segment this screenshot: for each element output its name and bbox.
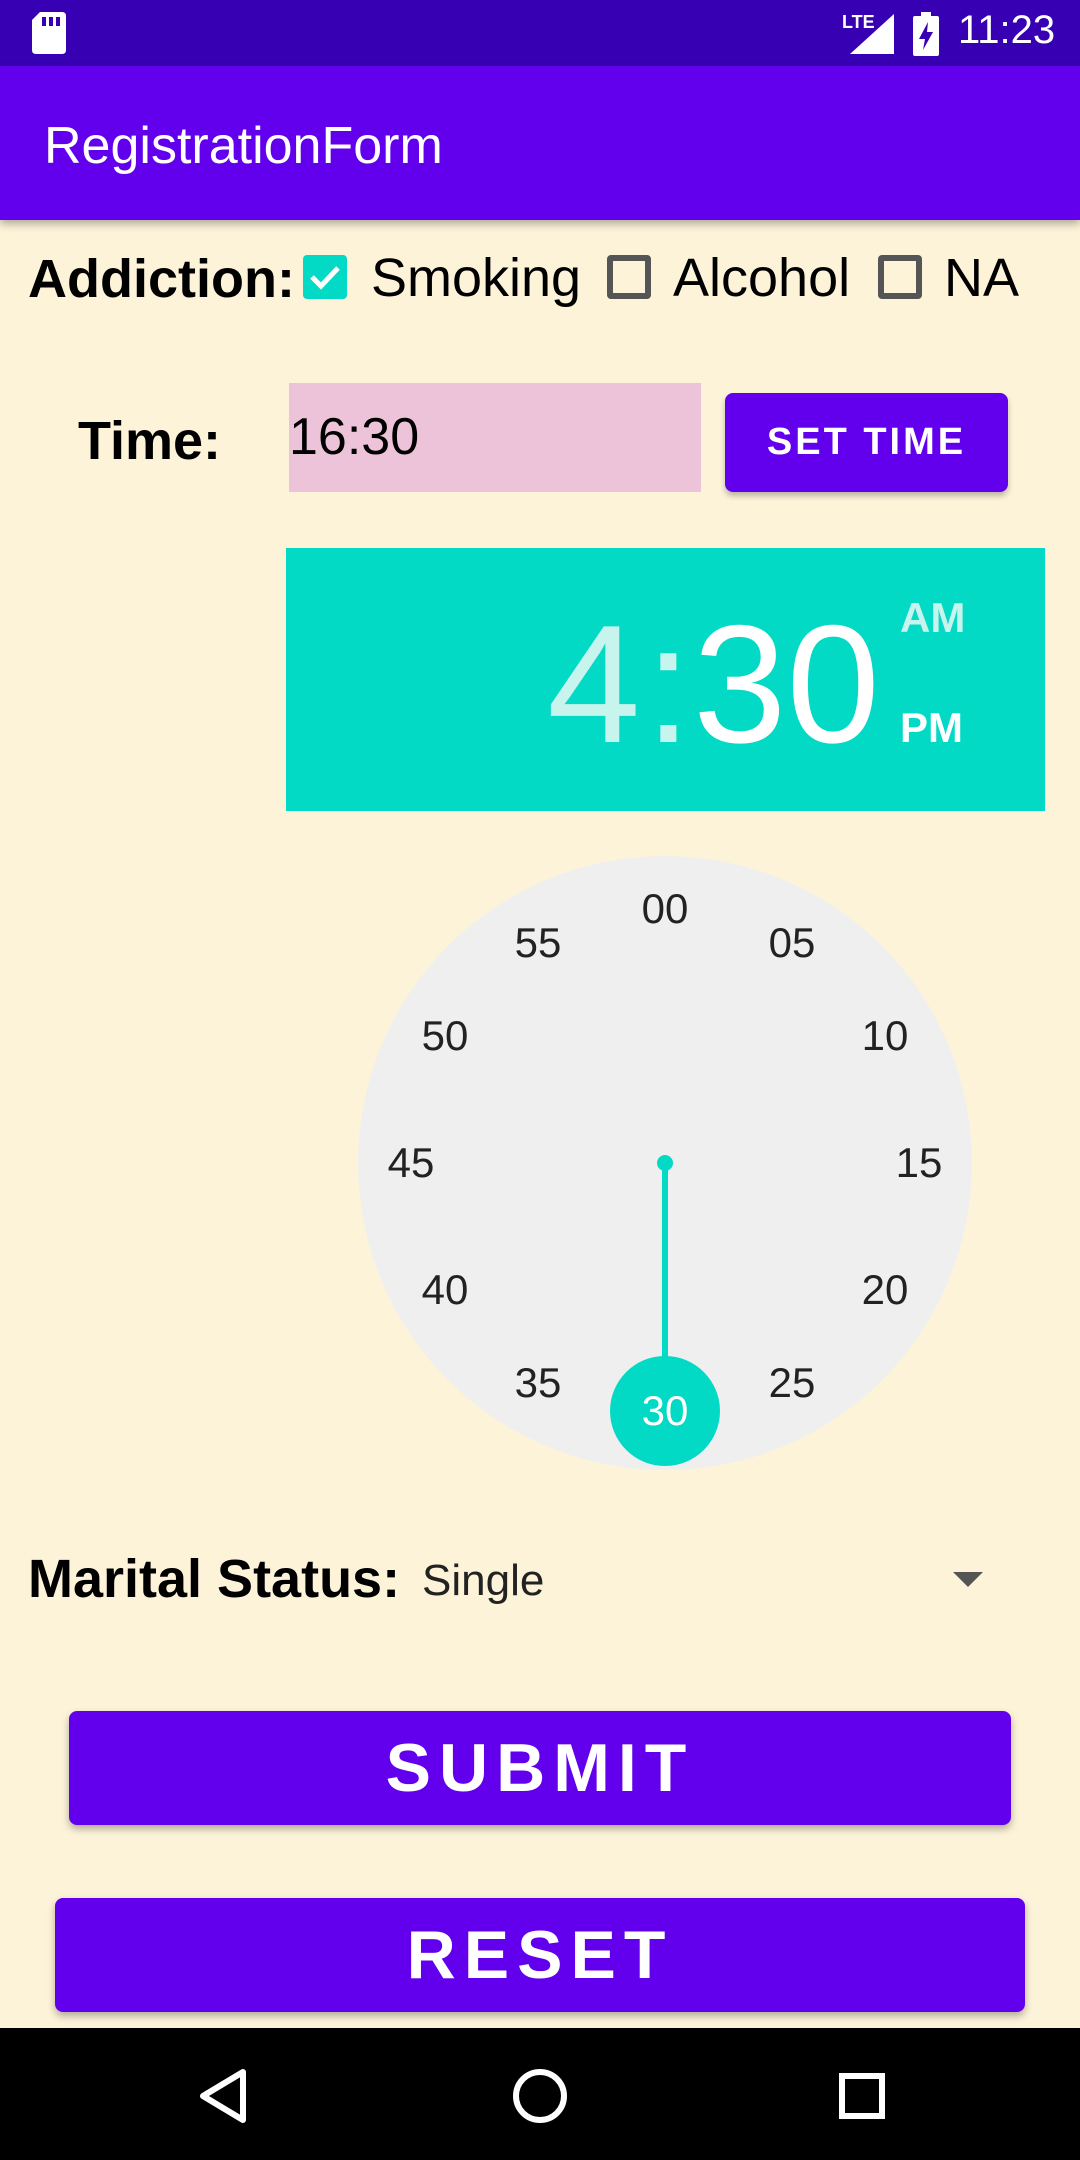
status-bar: LTE 11:23 xyxy=(0,0,1080,66)
minute-tick-35[interactable]: 35 xyxy=(498,1361,578,1404)
minute-tick-50[interactable]: 50 xyxy=(405,1015,485,1057)
picker-minute[interactable]: 30 xyxy=(693,600,880,768)
minute-tick-15[interactable]: 15 xyxy=(879,1142,959,1184)
minute-tick-25[interactable]: 25 xyxy=(752,1361,832,1404)
dropdown-arrow-icon[interactable] xyxy=(953,1572,983,1587)
picker-hour[interactable]: 4 xyxy=(547,600,640,768)
battery-charging-icon xyxy=(913,12,939,56)
nav-recents-icon[interactable] xyxy=(838,2072,886,2120)
na-label[interactable]: NA xyxy=(944,247,1019,309)
picker-separator: : xyxy=(645,590,692,778)
minute-tick-55[interactable]: 55 xyxy=(498,922,578,964)
clock-hand xyxy=(662,1163,668,1383)
picker-pm-toggle[interactable]: PM xyxy=(900,704,963,752)
minute-tick-40[interactable]: 40 xyxy=(405,1269,485,1311)
clock-face[interactable]: 55 50 45 40 35 25 20 15 10 05 00 30 xyxy=(358,856,972,1470)
set-time-button[interactable]: SET TIME xyxy=(725,393,1008,492)
marital-status-select[interactable]: Single xyxy=(422,1556,544,1606)
minute-tick-05[interactable]: 05 xyxy=(752,922,832,964)
nav-home-icon[interactable] xyxy=(512,2068,568,2124)
app-bar: RegistrationForm xyxy=(0,66,1080,220)
time-label: Time: xyxy=(78,411,222,471)
reset-button[interactable]: RESET xyxy=(55,1898,1025,2012)
na-checkbox[interactable] xyxy=(878,255,922,299)
minute-tick-00[interactable]: 00 xyxy=(625,888,705,930)
smoking-checkbox[interactable] xyxy=(303,255,347,299)
status-clock: 11:23 xyxy=(958,8,1056,52)
selected-minute-marker[interactable]: 30 xyxy=(610,1356,720,1466)
time-field[interactable]: 16:30 xyxy=(289,383,701,492)
nav-back-icon[interactable] xyxy=(198,2068,248,2124)
minute-tick-45[interactable]: 45 xyxy=(371,1142,451,1184)
navigation-bar xyxy=(0,2028,1080,2160)
marital-status-label: Marital Status: xyxy=(28,1549,401,1609)
time-picker-header: 4 : 30 AM PM xyxy=(286,548,1045,811)
addiction-label: Addiction: xyxy=(28,249,295,309)
alcohol-label[interactable]: Alcohol xyxy=(673,247,850,309)
smoking-label[interactable]: Smoking xyxy=(371,247,581,309)
signal-icon xyxy=(850,14,894,54)
minute-tick-20[interactable]: 20 xyxy=(845,1269,925,1311)
clock-center-dot xyxy=(657,1155,673,1171)
submit-button[interactable]: SUBMIT xyxy=(69,1711,1011,1825)
picker-am-toggle[interactable]: AM xyxy=(900,594,965,642)
checkmark-icon xyxy=(310,266,340,290)
alcohol-checkbox[interactable] xyxy=(607,255,651,299)
sd-card-icon xyxy=(32,12,66,54)
minute-tick-10[interactable]: 10 xyxy=(845,1015,925,1057)
app-title: RegistrationForm xyxy=(44,117,443,175)
